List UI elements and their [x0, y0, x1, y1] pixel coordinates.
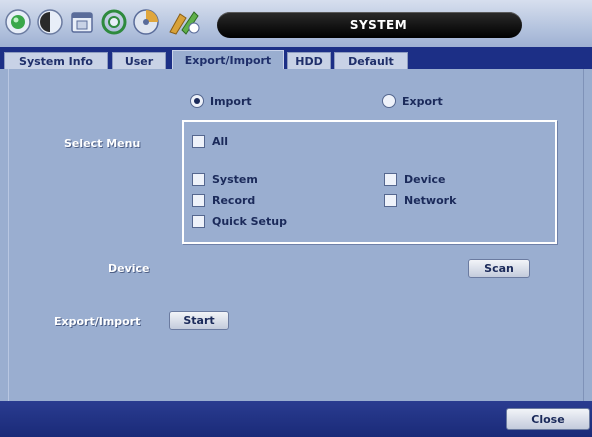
- export-label: Export: [402, 95, 443, 108]
- start-button[interactable]: Start: [169, 311, 229, 330]
- tab-export-import[interactable]: Export/Import: [172, 50, 284, 69]
- calendar-icon[interactable]: [68, 8, 96, 36]
- disk-icon[interactable]: [132, 8, 160, 36]
- quick-setup-label: Quick Setup: [212, 215, 287, 228]
- close-button[interactable]: Close: [506, 408, 590, 430]
- tab-hdd[interactable]: HDD: [287, 52, 331, 69]
- export-import-label: Export/Import: [54, 315, 141, 328]
- tab-system-info[interactable]: System Info: [4, 52, 108, 69]
- select-menu-box: All System Record Quick Setup Device Net…: [182, 120, 557, 244]
- tab-user[interactable]: User: [112, 52, 166, 69]
- import-radio[interactable]: [190, 94, 204, 108]
- import-label: Import: [210, 95, 252, 108]
- radio-selected-dot: [194, 98, 200, 104]
- display-icon[interactable]: [36, 8, 64, 36]
- device-label: Device: [108, 262, 150, 275]
- system-checkbox[interactable]: [192, 173, 205, 186]
- scan-button[interactable]: Scan: [468, 259, 530, 278]
- bottom-bar: Close: [0, 401, 592, 437]
- record-label: Record: [212, 194, 256, 207]
- record-checkbox[interactable]: [192, 194, 205, 207]
- network-label: Network: [404, 194, 457, 207]
- tab-default[interactable]: Default: [334, 52, 408, 69]
- status-icon[interactable]: [4, 8, 32, 36]
- export-radio[interactable]: [382, 94, 396, 108]
- device-item-label: Device: [404, 173, 446, 186]
- system-label: System: [212, 173, 258, 186]
- window-title: SYSTEM: [217, 12, 522, 38]
- network-checkbox[interactable]: [384, 194, 397, 207]
- quick-setup-checkbox[interactable]: [192, 215, 205, 228]
- device-checkbox[interactable]: [384, 173, 397, 186]
- system-dialog: SYSTEM System Info User Export/Import HD…: [0, 0, 592, 437]
- all-label: All: [212, 135, 229, 148]
- export-import-panel: Import Export Select Menu All System Rec…: [8, 69, 584, 401]
- network-icon[interactable]: [100, 8, 128, 36]
- all-checkbox[interactable]: [192, 135, 205, 148]
- tab-bar: System Info User Export/Import HDD Defau…: [0, 47, 592, 69]
- top-toolbar: SYSTEM: [0, 0, 592, 47]
- select-menu-label: Select Menu: [64, 137, 141, 150]
- system-tools-icon[interactable]: [164, 8, 204, 36]
